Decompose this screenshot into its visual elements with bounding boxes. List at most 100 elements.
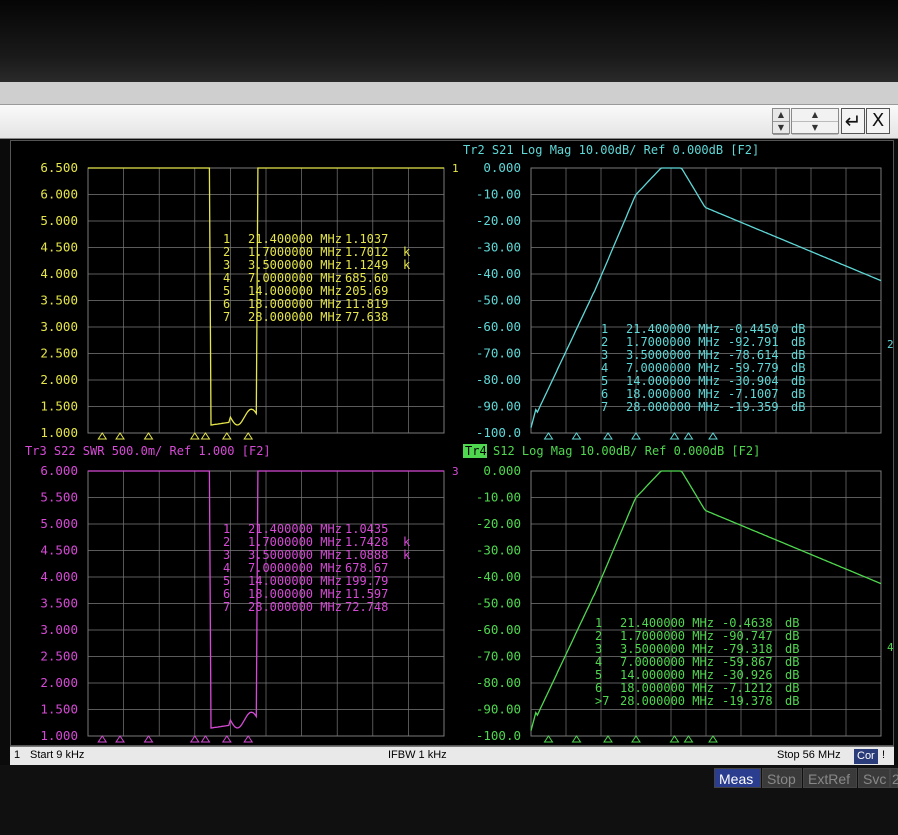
marker-triangle-bottom bbox=[631, 432, 641, 440]
y-axis-label: -60.00 bbox=[476, 622, 521, 637]
stop-frequency[interactable]: Stop 56 MHz bbox=[777, 749, 841, 761]
y-axis-label: 2.500 bbox=[40, 346, 78, 361]
marker-frequency: 14.000000 MHz bbox=[248, 574, 342, 588]
marker-number: 4 bbox=[223, 561, 230, 575]
softkey-stop[interactable]: Stop bbox=[762, 768, 802, 788]
marker-triangle-bottom bbox=[708, 735, 718, 743]
marker-triangle-bottom bbox=[189, 735, 200, 743]
field-down-icon[interactable]: ▼ bbox=[792, 122, 838, 135]
softkey-more[interactable]: 2 bbox=[890, 768, 898, 788]
entry-field[interactable]: ▲ ▼ bbox=[791, 108, 839, 135]
marker-triangle-bottom bbox=[683, 432, 694, 440]
softkey-svc[interactable]: Svc bbox=[858, 768, 890, 788]
marker-value: 77.638 bbox=[345, 310, 388, 324]
y-axis-label: -20.00 bbox=[476, 516, 521, 531]
marker-number: 2 bbox=[595, 629, 602, 643]
marker-value: 1.7428 bbox=[345, 535, 388, 549]
marker-value: 1.0888 bbox=[345, 548, 388, 562]
marker-frequency: 7.0000000 MHz bbox=[626, 361, 720, 375]
marker-triangle-bottom bbox=[143, 735, 154, 743]
y-axis-label: -30.00 bbox=[476, 240, 521, 255]
channel-marker: 2 bbox=[887, 338, 893, 351]
marker-unit: dB bbox=[791, 387, 805, 401]
marker-number: 1 bbox=[223, 522, 230, 536]
marker-value: -78.614 bbox=[728, 348, 779, 362]
marker-unit: k bbox=[403, 535, 411, 549]
monitor-bezel bbox=[0, 0, 898, 82]
trace-display: 6.500 6.000 5.000 4.500 4.000 3.500 3.000 2.500… bbox=[25, 143, 894, 743]
trace-header: S12 Log Mag 10.00dB/ Ref 0.000dB [F2] bbox=[493, 444, 760, 458]
marker-frequency: 28.000000 MHz bbox=[248, 310, 342, 324]
marker-number: 2 bbox=[223, 535, 230, 549]
marker-frequency: 3.5000000 MHz bbox=[626, 348, 720, 362]
marker-number: 4 bbox=[223, 271, 230, 285]
close-button[interactable]: X bbox=[866, 108, 890, 134]
marker-frequency: 18.000000 MHz bbox=[626, 387, 720, 401]
marker-number: 2 bbox=[223, 245, 230, 259]
marker-frequency: 14.000000 MHz bbox=[626, 374, 720, 388]
marker-frequency: 21.400000 MHz bbox=[620, 616, 714, 630]
marker-frequency: 18.000000 MHz bbox=[248, 587, 342, 601]
marker-triangle-bottom bbox=[115, 432, 125, 440]
y-axis-label: 4.500 bbox=[40, 543, 78, 558]
y-axis-label: 2.500 bbox=[40, 649, 78, 664]
marker-triangle-bottom bbox=[189, 432, 200, 440]
toolbar bbox=[0, 105, 898, 139]
marker-value: 1.7012 bbox=[345, 245, 388, 259]
y-axis-label: 2.000 bbox=[40, 372, 78, 387]
marker-unit: k bbox=[403, 548, 411, 562]
marker-number: 2 bbox=[601, 335, 608, 349]
ifbw-setting[interactable]: IFBW 1 kHz bbox=[388, 749, 447, 761]
marker-triangle-bottom bbox=[143, 432, 154, 440]
enter-button[interactable]: ↵ bbox=[841, 108, 865, 134]
channel-marker: 3 bbox=[452, 465, 459, 478]
status-bar: 1 Start 9 kHz IFBW 1 kHz Stop 56 MHz Cor… bbox=[10, 746, 894, 765]
marker-triangle-bottom bbox=[221, 432, 232, 440]
y-axis-label: 3.000 bbox=[40, 622, 78, 637]
y-axis-label: -60.00 bbox=[476, 319, 521, 334]
marker-number: 3 bbox=[223, 548, 230, 562]
spin-up-icon[interactable]: ▲ bbox=[773, 109, 789, 122]
marker-unit: dB bbox=[785, 668, 799, 682]
spin-down-icon[interactable]: ▼ bbox=[773, 122, 789, 135]
marker-triangle-bottom bbox=[603, 735, 613, 743]
marker-frequency: 7.0000000 MHz bbox=[248, 561, 342, 575]
channel-marker: 4 bbox=[887, 641, 893, 654]
marker-number: 1 bbox=[223, 232, 230, 246]
softkey-meas[interactable]: Meas bbox=[714, 768, 761, 788]
y-axis-label: 1.500 bbox=[40, 399, 78, 414]
marker-unit: dB bbox=[791, 348, 805, 362]
softkey-extref[interactable]: ExtRef bbox=[803, 768, 857, 788]
start-frequency[interactable]: Start 9 kHz bbox=[30, 749, 84, 761]
y-axis-label: -80.00 bbox=[476, 372, 521, 387]
marker-frequency: 28.000000 MHz bbox=[248, 600, 342, 614]
marker-triangle-bottom bbox=[708, 432, 718, 440]
marker-number: 6 bbox=[223, 297, 230, 311]
marker-number: 7 bbox=[223, 310, 230, 324]
marker-frequency: 18.000000 MHz bbox=[620, 681, 714, 695]
y-axis-label: 1.500 bbox=[40, 702, 78, 717]
marker-frequency: 7.0000000 MHz bbox=[248, 271, 342, 285]
marker-unit: dB bbox=[791, 361, 805, 375]
marker-value: -7.1212 bbox=[722, 681, 773, 695]
correction-badge: Cor bbox=[854, 749, 878, 764]
marker-number: 6 bbox=[601, 387, 608, 401]
marker-unit: dB bbox=[791, 335, 805, 349]
marker-value: 685.60 bbox=[345, 271, 388, 285]
marker-number: 5 bbox=[601, 374, 608, 388]
marker-triangle-bottom bbox=[683, 735, 694, 743]
field-up-icon[interactable]: ▲ bbox=[792, 109, 838, 122]
marker-triangle-bottom bbox=[571, 432, 582, 440]
y-axis-label: 0.000 bbox=[483, 463, 521, 478]
marker-value: -79.318 bbox=[722, 642, 773, 656]
spin-control[interactable]: ▲ ▼ bbox=[772, 108, 790, 135]
y-axis-label: -40.00 bbox=[476, 569, 521, 584]
marker-frequency: 3.5000000 MHz bbox=[248, 548, 342, 562]
marker-frequency: 28.000000 MHz bbox=[620, 694, 714, 708]
trace-header: Tr3 S22 SWR 500.0m/ Ref 1.000 [F2] bbox=[25, 444, 271, 458]
y-axis-label: 6.500 bbox=[40, 160, 78, 175]
marker-number: 3 bbox=[601, 348, 608, 362]
marker-unit: dB bbox=[785, 681, 799, 695]
marker-value: -0.4638 bbox=[722, 616, 773, 630]
marker-value: -59.779 bbox=[728, 361, 779, 375]
